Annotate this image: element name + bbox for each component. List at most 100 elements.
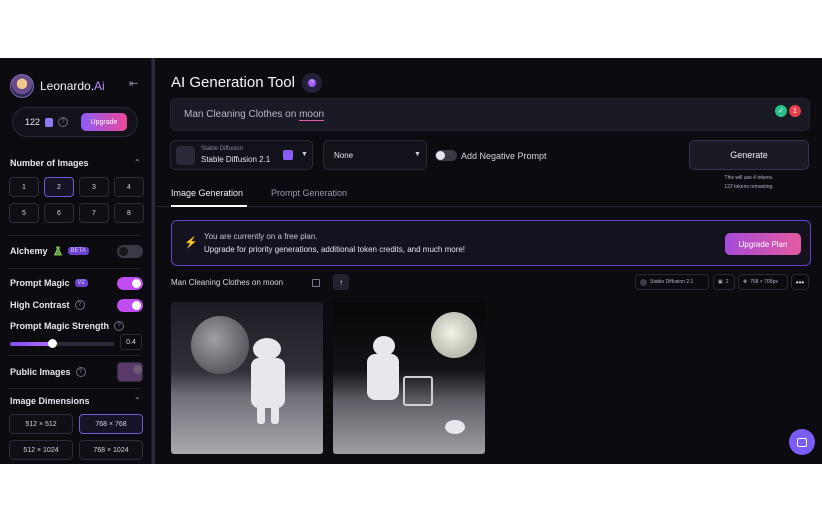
prompt-text-underlined: moon (299, 109, 325, 121)
model-thumbnail (176, 146, 195, 165)
prompt-magic-label: Prompt Magic (10, 278, 70, 288)
prompt-assist-icons[interactable]: ✓ 1 (775, 105, 801, 117)
astronaut-body (367, 354, 399, 400)
tab-prompt-generation[interactable]: Prompt Generation (271, 188, 347, 198)
generation-prompt-title: Man Cleaning Clothes on moon (171, 278, 284, 287)
model-name: Stable Diffusion 2.1 (201, 155, 271, 164)
num-images-option[interactable]: 6 (44, 203, 74, 223)
image-dimensions-title: Image Dimensions (10, 396, 90, 406)
generation-tabs: Image Generation Prompt Generation (155, 185, 822, 207)
negative-prompt-label: Add Negative Prompt (461, 151, 547, 161)
brand[interactable]: Leonardo.Ai (10, 74, 105, 98)
dimension-option[interactable]: 512 × 512 (9, 414, 73, 434)
token-icon (45, 117, 54, 127)
chat-support-button[interactable] (789, 429, 815, 455)
public-images-row: Public Images ? (10, 362, 143, 382)
help-icon[interactable]: ? (302, 73, 322, 93)
prompt-magic-row: Prompt Magic V2 (10, 276, 143, 290)
job-size: 768 × 768px (750, 279, 778, 285)
reuse-prompt-button[interactable]: ↑ (333, 274, 349, 290)
sidebar: Leonardo.Ai ⇤ 122 ? Upgrade Number of Im… (0, 58, 152, 464)
brand-name: Leonardo.Ai (40, 79, 105, 93)
generated-image[interactable] (333, 302, 485, 454)
style-select[interactable]: None ▼ (323, 140, 427, 170)
model-select[interactable]: Stable Diffusion Stable Diffusion 2.1 ▼ (170, 140, 313, 170)
prompt-magic-toggle[interactable] (117, 276, 143, 290)
prompt-magic-strength-value[interactable]: 0.4 (120, 334, 142, 350)
prompt-text: Man Cleaning Clothes on moon (184, 109, 325, 121)
token-usage-text: This will use 4 tokens. (724, 175, 774, 181)
app-window: Leonardo.Ai ⇤ 122 ? Upgrade Number of Im… (0, 58, 822, 464)
free-plan-banner: ⚡ You are currently on a free plan. Upgr… (171, 220, 811, 266)
generated-image[interactable] (171, 302, 323, 454)
prompt-input[interactable]: Man Cleaning Clothes on moon ✓ 1 (170, 98, 810, 131)
alchemy-row: Alchemy BETA (10, 244, 143, 258)
num-images-option[interactable]: 7 (79, 203, 109, 223)
model-tag-icon (283, 150, 293, 160)
grammar-check-icon[interactable]: ✓ (775, 105, 787, 117)
dimension-option-selected[interactable]: 768 × 768 (79, 414, 143, 434)
divider (8, 388, 142, 389)
prompt-magic-strength-slider[interactable] (10, 339, 114, 348)
job-model-tag: Stable Diffusion 2.1 (635, 274, 709, 290)
upgrade-button[interactable]: Upgrade (81, 113, 128, 131)
moon-illustration (191, 316, 249, 374)
astronaut-helmet (373, 336, 395, 356)
upgrade-benefits-text: Upgrade for priority generations, additi… (204, 245, 466, 254)
free-plan-text: You are currently on a free plan. (204, 232, 318, 241)
main-panel: AI Generation Tool ? Man Cleaning Clothe… (155, 58, 822, 464)
num-images-option[interactable]: 4 (114, 177, 144, 197)
num-images-option-selected[interactable]: 2 (44, 177, 74, 197)
chat-icon (797, 437, 807, 447)
generate-button[interactable]: Generate (689, 140, 809, 170)
issue-count-badge[interactable]: 1 (789, 105, 801, 117)
num-images-option[interactable]: 3 (79, 177, 109, 197)
num-images-option[interactable]: 5 (9, 203, 39, 223)
tab-image-generation[interactable]: Image Generation (171, 188, 243, 198)
flask-icon (53, 246, 63, 256)
brand-name-suffix: Ai (94, 79, 105, 93)
upgrade-plan-button[interactable]: Upgrade Plan (725, 233, 801, 255)
divider (8, 355, 142, 356)
negative-prompt-toggle[interactable] (435, 150, 457, 161)
model-dot-icon (640, 278, 647, 286)
public-images-toggle[interactable] (117, 362, 143, 382)
beta-badge: BETA (67, 247, 89, 255)
alchemy-toggle[interactable] (117, 244, 143, 258)
laundry-rack (403, 376, 433, 406)
num-images-option[interactable]: 1 (9, 177, 39, 197)
prompt-text-main: Man Cleaning Clothes on (184, 109, 300, 120)
brand-name-text: Leonardo. (40, 79, 95, 93)
chevron-up-icon[interactable]: ⌃ (134, 396, 141, 405)
astronaut-helmet (253, 338, 281, 360)
slider-handle[interactable] (47, 339, 57, 348)
info-icon[interactable]: ? (74, 300, 85, 310)
v2-badge: V2 (74, 279, 88, 287)
dimension-option[interactable]: 768 × 1024 (79, 440, 143, 460)
number-of-images-title: Number of Images (10, 158, 89, 168)
num-images-option[interactable]: 8 (114, 203, 144, 223)
chevron-up-icon[interactable]: ⌃ (134, 158, 141, 167)
model-subtitle: Stable Diffusion (201, 146, 243, 152)
high-contrast-row: High Contrast ? (10, 298, 143, 312)
job-count: 2 (725, 279, 729, 285)
moon-illustration (431, 312, 477, 358)
slider-fill (10, 342, 52, 346)
info-icon[interactable]: ? (114, 321, 125, 331)
copy-icon[interactable] (312, 279, 320, 287)
high-contrast-toggle[interactable] (117, 298, 143, 312)
dimension-option[interactable]: 512 × 1024 (9, 440, 73, 460)
more-options-icon[interactable]: ••• (791, 274, 809, 290)
info-icon[interactable]: ? (58, 117, 69, 127)
caret-down-icon: ▼ (301, 151, 308, 158)
prompt-magic-strength-label: Prompt Magic Strength (10, 321, 110, 331)
caret-down-icon: ▼ (414, 151, 421, 158)
alchemy-label: Alchemy (10, 246, 48, 256)
number-of-images-grid: 1 2 3 4 5 6 7 8 (9, 177, 144, 223)
info-icon[interactable]: ? (75, 367, 86, 377)
style-value: None (334, 151, 354, 160)
token-box: 122 ? Upgrade (12, 107, 138, 137)
active-tab-indicator (171, 205, 247, 207)
collapse-sidebar-icon[interactable]: ⇤ (129, 77, 138, 90)
astronaut-leg (271, 406, 279, 424)
